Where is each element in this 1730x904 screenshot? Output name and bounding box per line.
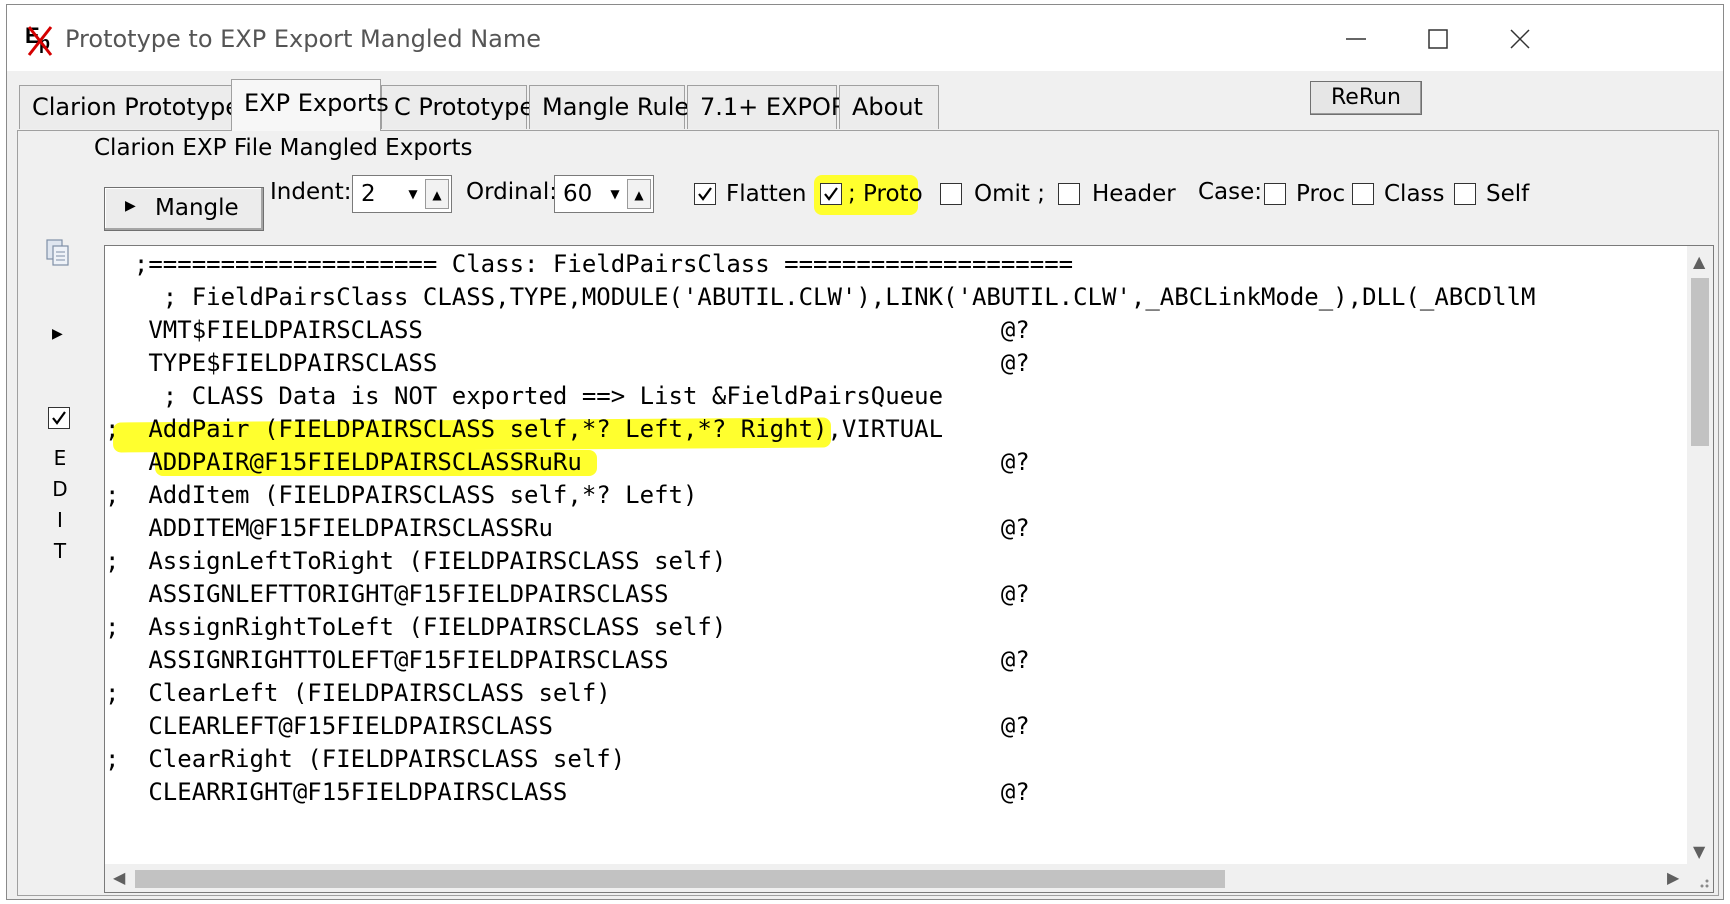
code-line: CLEARLEFT@F15FIELDPAIRSCLASS @?: [105, 712, 1030, 740]
class-label: Class: [1384, 181, 1445, 207]
maximize-icon: [1428, 29, 1448, 49]
tab-label: Mangle Rules: [542, 93, 702, 121]
minimize-button[interactable]: [1311, 13, 1401, 65]
omit-checkbox[interactable]: [940, 183, 962, 205]
code-editor[interactable]: ;==================== Class: FieldPairsC…: [104, 245, 1714, 893]
title-bar: E p Prototype to EXP Export Mangled Name: [7, 5, 1723, 71]
code-line: CLEARRIGHT@F15FIELDPAIRSCLASS @?: [105, 778, 1030, 806]
edit-checkbox[interactable]: [48, 407, 70, 429]
dropdown-arrow-icon[interactable]: ▼: [603, 179, 627, 209]
tab-label: 7.1+ EXPORT: [700, 93, 861, 121]
checkmark-icon: [824, 187, 838, 201]
minimize-icon: [1346, 38, 1366, 40]
tab-mangle-rules[interactable]: Mangle Rules: [529, 85, 702, 129]
edit-letter: T: [53, 539, 67, 563]
app-icon: E p: [23, 19, 63, 59]
code-line: ; AssignLeftToRight (FIELDPAIRSCLASS sel…: [105, 547, 727, 575]
code-line: ADDITEM@F15FIELDPAIRSCLASSRu @?: [105, 514, 1030, 542]
class-checkbox[interactable]: [1352, 183, 1374, 205]
resize-grip-icon: [1700, 879, 1709, 888]
flatten-checkbox[interactable]: [694, 183, 716, 205]
code-line: VMT$FIELDPAIRSCLASS @?: [105, 316, 1030, 344]
tab-c-prototypes[interactable]: C Prototypes: [381, 85, 547, 129]
close-icon: [1510, 29, 1530, 49]
flatten-label: Flatten: [726, 181, 807, 207]
mangle-button[interactable]: ▶ Mangle: [104, 187, 264, 231]
code-line: ; AddItem (FIELDPAIRSCLASS self,*? Left): [105, 481, 698, 509]
edit-vertical-label: E D I T: [52, 443, 68, 567]
mangle-button-label: Mangle: [155, 195, 239, 221]
rerun-button[interactable]: ReRun: [1310, 81, 1422, 115]
indent-label: Indent:: [270, 179, 352, 205]
proc-checkbox[interactable]: [1264, 183, 1286, 205]
vertical-scroll-thumb[interactable]: [1691, 278, 1709, 446]
code-line: ;==================== Class: FieldPairsC…: [105, 250, 1074, 278]
edit-letter: E: [53, 446, 67, 470]
indent-spinner[interactable]: 2 ▼ ▲: [352, 175, 452, 213]
proto-label: ; Proto: [848, 181, 923, 207]
horizontal-scroll-thumb[interactable]: [135, 870, 1225, 888]
code-line: ; ClearRight (FIELDPAIRSCLASS self): [105, 745, 626, 773]
self-label: Self: [1486, 181, 1530, 207]
edit-letter: D: [52, 477, 68, 501]
vertical-scrollbar[interactable]: ▲ ▼: [1687, 246, 1713, 866]
spin-up-icon[interactable]: ▲: [627, 179, 651, 209]
tab-clarion-prototypes[interactable]: Clarion Prototypes: [19, 85, 252, 129]
code-line: ; CLASS Data is NOT exported ==> List &F…: [105, 382, 944, 410]
scroll-down-icon[interactable]: ▼: [1693, 842, 1705, 861]
code-line: ASSIGNRIGHTTOLEFT@F15FIELDPAIRSCLASS @?: [105, 646, 1030, 674]
code-line: TYPE$FIELDPAIRSCLASS @?: [105, 349, 1030, 377]
tab-label: EXP Exports: [244, 89, 389, 117]
code-line: ASSIGNLEFTTORIGHT@F15FIELDPAIRSCLASS @?: [105, 580, 1030, 608]
tab-label: Clarion Prototypes: [32, 93, 253, 121]
code-line: ; FieldPairsClass CLASS,TYPE,MODULE('ABU…: [105, 283, 1536, 311]
indent-value: 2: [361, 181, 376, 207]
maximize-button[interactable]: [1393, 13, 1483, 65]
ordinal-spinner[interactable]: 60 ▼ ▲: [554, 175, 654, 213]
case-label: Case:: [1198, 179, 1263, 205]
play-icon: ▶: [125, 198, 136, 214]
scroll-right-icon[interactable]: ▶: [1667, 868, 1679, 887]
ordinal-label: Ordinal:: [466, 179, 557, 205]
checkmark-icon: [52, 411, 66, 425]
tab-about[interactable]: About: [839, 85, 939, 129]
code-text-area[interactable]: ;==================== Class: FieldPairsC…: [105, 246, 1697, 866]
expand-arrow-icon[interactable]: ▶: [52, 326, 63, 342]
code-line: ; ClearLeft (FIELDPAIRSCLASS self): [105, 679, 611, 707]
scroll-up-icon[interactable]: ▲: [1693, 252, 1705, 271]
proto-checkbox[interactable]: [820, 183, 842, 205]
code-line: ADDPAIR@F15FIELDPAIRSCLASSRuRu @?: [105, 448, 1030, 476]
header-checkbox[interactable]: [1058, 183, 1080, 205]
code-line: ; AddPair (FIELDPAIRSCLASS self,*? Left,…: [105, 415, 944, 443]
tab-7-1-export[interactable]: 7.1+ EXPORT: [687, 85, 860, 129]
main-window: E p Prototype to EXP Export Mangled Name…: [6, 4, 1724, 900]
tab-label: About: [852, 93, 923, 121]
tab-exp-exports[interactable]: EXP Exports: [231, 79, 389, 131]
self-checkbox[interactable]: [1454, 183, 1476, 205]
tab-label: C Prototypes: [394, 93, 547, 121]
spin-up-icon[interactable]: ▲: [425, 179, 449, 209]
window-title: Prototype to EXP Export Mangled Name: [65, 25, 541, 53]
copy-icon[interactable]: [46, 239, 70, 267]
scroll-left-icon[interactable]: ◀: [113, 868, 125, 887]
resize-grip[interactable]: [1687, 864, 1713, 892]
close-button[interactable]: [1475, 13, 1565, 65]
edit-letter: I: [57, 508, 63, 532]
checkmark-icon: [698, 187, 712, 201]
omit-label: Omit ;: [974, 181, 1045, 207]
exp-exports-panel: Clarion EXP File Mangled Exports ▶ Mangl…: [17, 130, 1719, 896]
panel-heading: Clarion EXP File Mangled Exports: [94, 135, 473, 161]
proc-label: Proc: [1296, 181, 1346, 207]
code-line: ; AssignRightToLeft (FIELDPAIRSCLASS sel…: [105, 613, 727, 641]
horizontal-scrollbar[interactable]: ◀ ▶: [105, 864, 1689, 892]
ordinal-value: 60: [563, 181, 593, 207]
dropdown-arrow-icon[interactable]: ▼: [401, 179, 425, 209]
header-label: Header: [1092, 181, 1176, 207]
